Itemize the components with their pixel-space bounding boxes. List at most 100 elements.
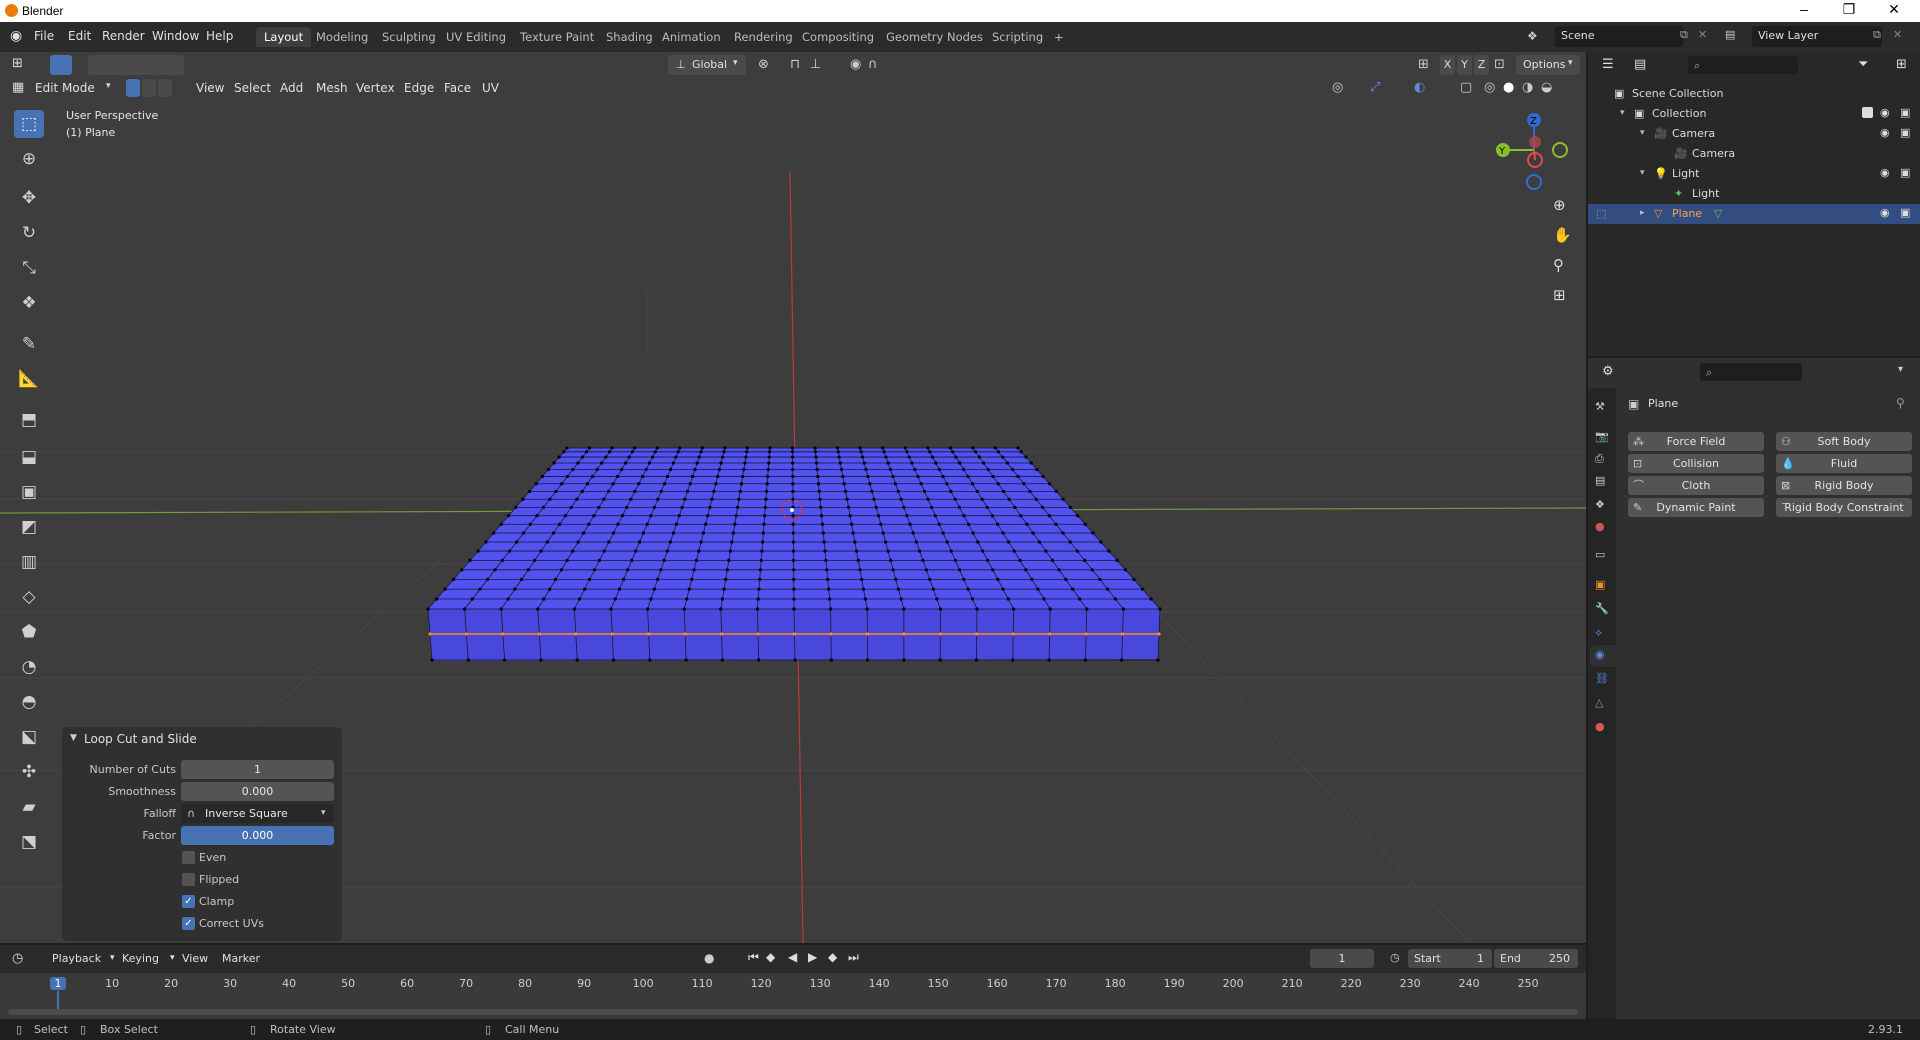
even-checkbox-row[interactable]: Even xyxy=(62,848,342,868)
mirror-axis-y-button[interactable]: Y xyxy=(1457,55,1472,75)
collection-tab-icon[interactable]: ▭ xyxy=(1595,548,1605,561)
perspective-toggle-icon[interactable]: ⊞ xyxy=(1553,286,1566,304)
edge-slide-tool-icon[interactable]: ⬕ xyxy=(14,723,44,751)
poly-build-tool-icon[interactable]: ⬟ xyxy=(14,618,44,646)
select-mode-tweak-icon[interactable] xyxy=(50,55,72,75)
correct-uvs-checkbox-row[interactable]: ✓ Correct UVs xyxy=(62,914,342,934)
clamp-checkbox[interactable]: ✓ xyxy=(182,895,195,908)
falloff-dropdown[interactable]: ∩ Inverse Square ▾ xyxy=(181,804,334,823)
viewport-menu-mesh[interactable]: Mesh xyxy=(316,81,348,95)
clamp-checkbox-row[interactable]: ✓ Clamp xyxy=(62,892,342,912)
viewport-menu-vertex[interactable]: Vertex xyxy=(356,81,395,95)
select-box-tool-icon[interactable]: ⬚ xyxy=(14,110,44,138)
material-tab-icon[interactable]: ● xyxy=(1595,720,1605,733)
render-visibility-icon[interactable]: ▣ xyxy=(1900,206,1910,219)
viewport-menu-edge[interactable]: Edge xyxy=(404,81,434,95)
delete-scene-icon[interactable]: ✕ xyxy=(1698,28,1707,41)
collapse-arrow-icon[interactable]: ▼ xyxy=(70,733,77,743)
inset-tool-icon[interactable]: ▣ xyxy=(14,478,44,506)
viewport-menu-face[interactable]: Face xyxy=(444,81,471,95)
outliner-row[interactable]: ▣ Scene Collection xyxy=(1588,84,1920,104)
flipped-checkbox[interactable] xyxy=(182,873,195,886)
timeline-menu-marker[interactable]: Marker xyxy=(222,952,260,965)
display-mode-icon[interactable]: ▤ xyxy=(1634,57,1646,72)
zoom-icon[interactable]: ⊕ xyxy=(1553,196,1566,214)
workspace-tab-compositing[interactable]: Compositing xyxy=(794,27,882,47)
mirror-icon[interactable]: ⊞ xyxy=(1418,57,1429,72)
auto-merge-icon[interactable]: ⊡ xyxy=(1494,57,1505,72)
constraints-tab-icon[interactable]: ⛓ xyxy=(1595,672,1609,685)
physics-force-field-button[interactable]: ⁂ Force Field xyxy=(1628,432,1764,451)
delete-view-layer-icon[interactable]: ✕ xyxy=(1893,28,1902,41)
measure-tool-icon[interactable]: 📐 xyxy=(14,365,44,393)
view-layer-icon[interactable]: ▤ xyxy=(1725,28,1735,41)
extrude-tool-icon[interactable]: ⬓ xyxy=(14,443,44,471)
eye-icon[interactable]: ◉ xyxy=(1880,126,1890,139)
render-visibility-icon[interactable]: ▣ xyxy=(1900,106,1910,119)
mode-dropdown[interactable]: Edit Mode ▾ xyxy=(28,79,118,97)
physics-dynamic-paint-button[interactable]: ✎ Dynamic Paint xyxy=(1628,498,1764,517)
mesh-data-tab-icon[interactable]: △ xyxy=(1595,696,1603,709)
timeline-scrollbar[interactable] xyxy=(8,1009,1578,1015)
editor-type-icon[interactable]: ⊞ xyxy=(12,56,23,71)
scene-tab-icon[interactable]: ❖ xyxy=(1595,498,1605,511)
new-collection-icon[interactable]: ⊞ xyxy=(1896,57,1907,72)
visibility-icon[interactable]: ◎ xyxy=(1332,80,1343,95)
factor-field[interactable]: 0.000 xyxy=(181,826,334,845)
minimize-icon[interactable]: – xyxy=(1784,1,1824,17)
transform-orientation-dropdown[interactable]: ⊥ Global ▾ xyxy=(668,55,746,75)
snap-icon[interactable]: ⊓ xyxy=(790,57,800,72)
knife-tool-icon[interactable]: ◇ xyxy=(14,583,44,611)
correct-uvs-checkbox[interactable]: ✓ xyxy=(182,917,195,930)
rip-region-tool-icon[interactable]: ⬔ xyxy=(14,828,44,856)
object-tab-icon[interactable]: ▣ xyxy=(1595,578,1605,591)
physics-soft-body-button[interactable]: ⚇ Soft Body xyxy=(1776,432,1912,451)
outliner-row[interactable]: 🎥 Camera xyxy=(1588,144,1920,164)
edit-mode-indicator-icon[interactable]: ⬚ xyxy=(1596,207,1606,220)
workspace-tab-modeling[interactable]: Modeling xyxy=(308,27,376,47)
number-of-cuts-field[interactable]: 1 xyxy=(181,760,334,779)
annotate-tool-icon[interactable]: ✎ xyxy=(14,330,44,358)
loop-cut-tool-icon[interactable]: ▥ xyxy=(14,548,44,576)
expand-arrow-icon[interactable]: ▾ xyxy=(1640,168,1645,178)
vertex-select-icon[interactable] xyxy=(126,79,140,97)
render-tab-icon[interactable]: 📷 xyxy=(1595,430,1609,443)
edge-select-icon[interactable] xyxy=(142,79,156,97)
workspace-tab-scripting[interactable]: Scripting xyxy=(984,27,1051,47)
outliner-row[interactable]: ▾ ▣ Collection ◉ ▣ xyxy=(1588,104,1920,124)
rotate-tool-icon[interactable]: ↻ xyxy=(14,219,44,247)
prev-keyframe-icon[interactable]: ◆ xyxy=(766,950,775,964)
exclude-checkbox[interactable] xyxy=(1862,107,1873,118)
new-view-layer-icon[interactable]: ⧉ xyxy=(1873,28,1881,42)
physics-fluid-button[interactable]: 💧 Fluid xyxy=(1776,454,1912,473)
expand-arrow-icon[interactable]: ▸ xyxy=(1640,208,1645,218)
eye-icon[interactable]: ◉ xyxy=(1880,106,1890,119)
scene-selector-icon[interactable]: ❖ xyxy=(1527,29,1538,43)
selection-mode-buttons[interactable] xyxy=(88,55,184,75)
snap-target-icon[interactable]: ⊥ xyxy=(810,57,821,72)
menu-edit[interactable]: Edit xyxy=(68,29,91,43)
menu-window[interactable]: Window xyxy=(152,29,199,43)
outliner-editor-type-icon[interactable]: ☰ xyxy=(1602,57,1614,72)
mirror-axis-z-button[interactable]: Z xyxy=(1474,55,1489,75)
world-tab-icon[interactable]: ● xyxy=(1595,520,1605,533)
shear-tool-icon[interactable]: ▰ xyxy=(14,793,44,821)
move-tool-icon[interactable]: ✥ xyxy=(14,184,44,212)
maximize-icon[interactable]: ❐ xyxy=(1829,1,1869,18)
viewport-menu-uv[interactable]: UV xyxy=(482,81,499,95)
scale-tool-icon[interactable]: ⤡ xyxy=(14,254,44,282)
outliner-search-input[interactable]: ⌕ xyxy=(1688,56,1798,74)
timeline-editor-type-icon[interactable]: ◷ xyxy=(12,951,23,966)
jump-start-icon[interactable]: ⏮ xyxy=(748,950,759,965)
timeline-menu-keying[interactable]: Keying xyxy=(122,952,159,965)
filter-icon[interactable]: ⏷ xyxy=(1858,57,1868,72)
mesh-data-icon[interactable]: ▽ xyxy=(1714,207,1722,220)
menu-file[interactable]: File xyxy=(34,29,54,43)
proportional-falloff-icon[interactable]: ∩ xyxy=(868,57,878,72)
outliner-row[interactable]: ▾ 🎥 Camera ◉ ▣ xyxy=(1588,124,1920,144)
workspace-tab-shading[interactable]: Shading xyxy=(598,27,661,47)
face-select-icon[interactable] xyxy=(158,79,172,97)
solid-shading-icon[interactable]: ● xyxy=(1503,80,1514,95)
menu-render[interactable]: Render xyxy=(102,29,145,43)
workspace-tab-texture-paint[interactable]: Texture Paint xyxy=(512,27,602,47)
